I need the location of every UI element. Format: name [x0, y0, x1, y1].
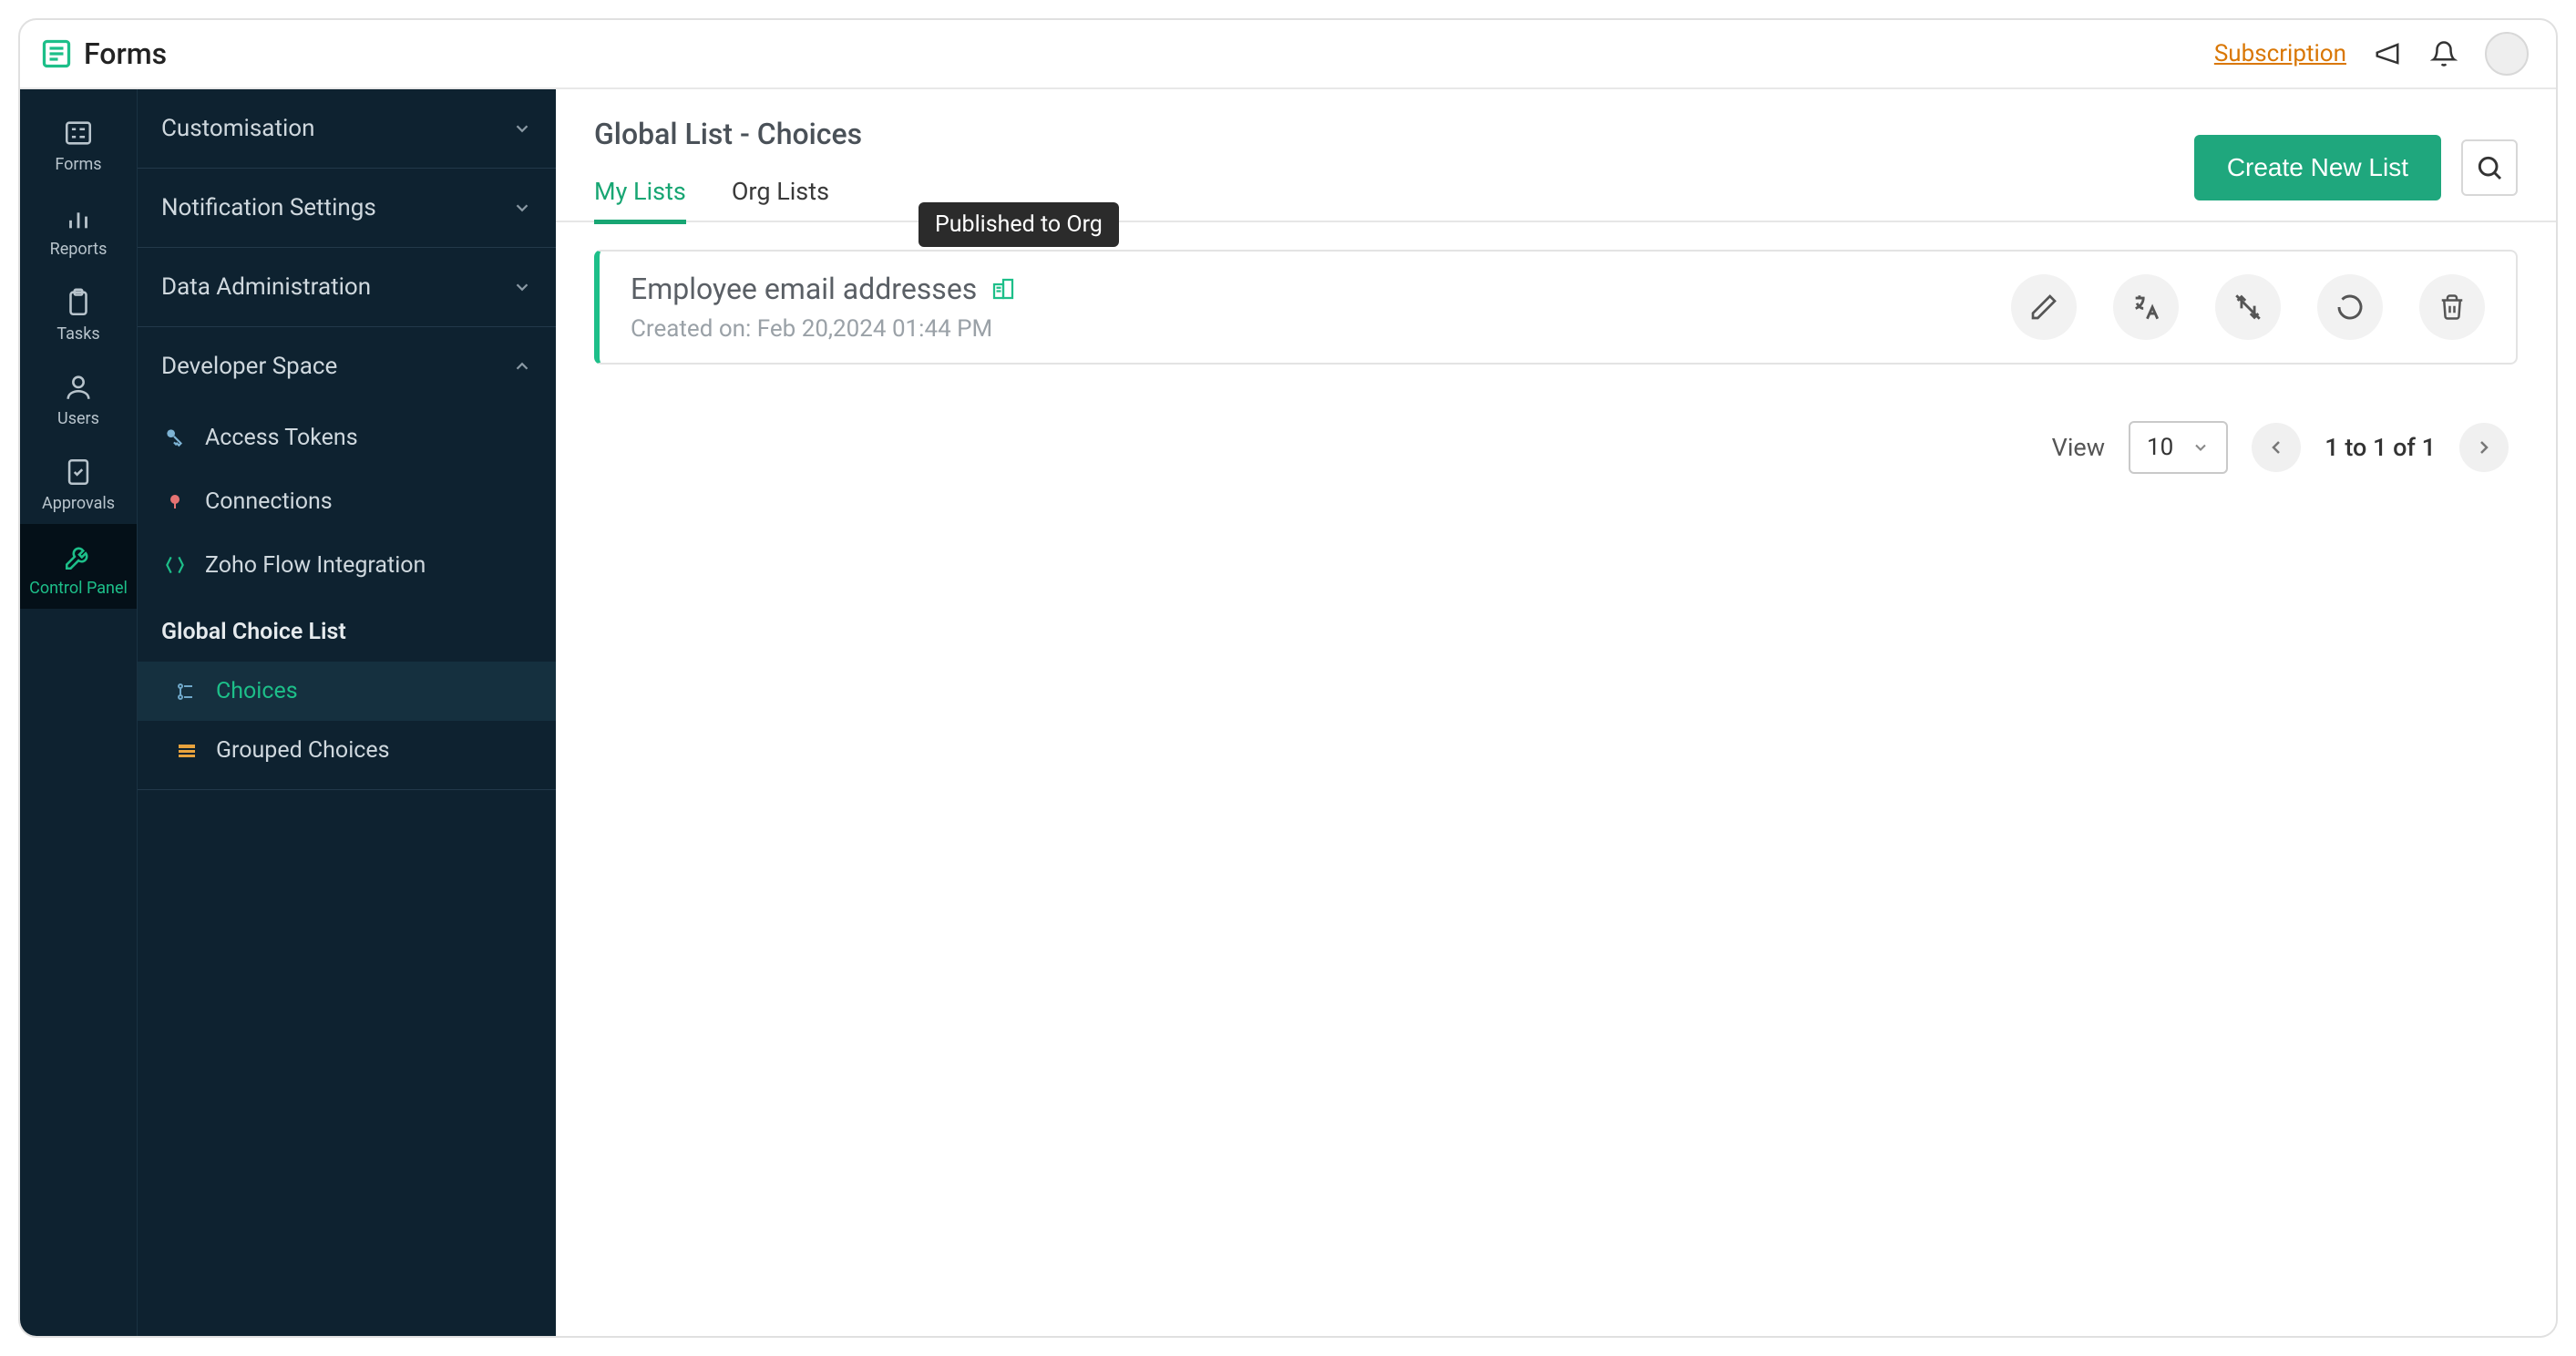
leaf-label: Grouped Choices	[216, 737, 390, 764]
next-page-button[interactable]	[2459, 423, 2509, 472]
key-icon	[161, 424, 189, 451]
rail-label: Forms	[55, 155, 101, 174]
rail-control-panel[interactable]: Control Panel	[20, 524, 137, 609]
sidenav: Customisation Notification Settings	[137, 89, 556, 1336]
plug-icon	[161, 488, 189, 515]
sidenav-leaf-grouped-choices[interactable]: Grouped Choices	[138, 721, 556, 780]
user-icon	[62, 371, 95, 404]
sub-label: Zoho Flow Integration	[205, 552, 426, 579]
sub-label: Connections	[205, 488, 333, 515]
tools-icon	[62, 540, 95, 573]
list-icon	[174, 679, 200, 704]
sidenav-section-notification[interactable]: Notification Settings	[138, 169, 556, 248]
unpublish-button[interactable]	[2215, 274, 2281, 340]
translate-button[interactable]	[2113, 274, 2179, 340]
section-title: Data Administration	[161, 273, 371, 301]
rail-label: Tasks	[56, 324, 99, 344]
chevron-up-icon	[512, 356, 532, 376]
avatar[interactable]	[2485, 32, 2529, 76]
announce-icon[interactable]	[2372, 38, 2403, 69]
rail-label: Users	[57, 409, 99, 428]
prev-page-button[interactable]	[2252, 423, 2301, 472]
view-label: View	[2052, 433, 2105, 462]
main-content: Global List - Choices My Lists Org Lists…	[556, 89, 2556, 1336]
chevron-down-icon	[512, 118, 532, 139]
brand-text: Forms	[84, 36, 167, 71]
tooltip-published: Published to Org	[919, 202, 1119, 247]
tab-my-lists[interactable]: My Lists	[594, 177, 686, 222]
brand-icon	[40, 37, 73, 70]
sidenav-section-data-admin[interactable]: Data Administration	[138, 248, 556, 327]
rail-approvals[interactable]: Approvals	[20, 439, 137, 524]
edit-button[interactable]	[2011, 274, 2077, 340]
rail-label: Control Panel	[29, 579, 128, 598]
rail-tasks[interactable]: Tasks	[20, 270, 137, 354]
clipboard-icon	[62, 286, 95, 319]
sidenav-group-title: Global Choice List	[138, 597, 556, 662]
chevron-down-icon	[512, 277, 532, 297]
page-size-value: 10	[2147, 434, 2173, 461]
rail-users[interactable]: Users	[20, 354, 137, 439]
page-title: Global List - Choices	[594, 117, 862, 151]
brand: Forms	[40, 36, 167, 71]
sidenav-leaf-choices[interactable]: Choices	[138, 662, 556, 721]
rail-forms[interactable]: Forms	[20, 100, 137, 185]
approval-icon	[62, 456, 95, 488]
sidenav-item-access-tokens[interactable]: Access Tokens	[138, 406, 556, 469]
publish-org-icon	[990, 275, 1017, 303]
sidenav-item-zoho-flow[interactable]: Zoho Flow Integration	[138, 533, 556, 597]
pagination: View 10 1 to 1 of 1	[556, 392, 2556, 503]
chevron-down-icon	[2191, 438, 2210, 457]
tab-org-lists[interactable]: Org Lists	[732, 177, 829, 222]
section-title: Customisation	[161, 115, 314, 142]
rail-reports[interactable]: Reports	[20, 185, 137, 270]
search-button[interactable]	[2461, 139, 2518, 196]
topbar: Forms Subscription	[20, 20, 2556, 89]
icon-rail: Forms Reports	[20, 89, 137, 1336]
card-title: Employee email addresses	[631, 272, 977, 306]
rail-label: Approvals	[42, 494, 115, 513]
page-size-select[interactable]: 10	[2129, 421, 2228, 474]
tabs: My Lists Org Lists	[594, 177, 862, 222]
sub-label: Access Tokens	[205, 425, 358, 451]
sidenav-item-connections[interactable]: Connections	[138, 469, 556, 533]
create-new-list-button[interactable]: Create New List	[2194, 135, 2441, 200]
sidenav-section-devspace[interactable]: Developer Space Access Tokens	[138, 327, 556, 789]
bell-icon[interactable]	[2428, 38, 2459, 69]
sidenav-section-customisation[interactable]: Customisation	[138, 89, 556, 169]
grouped-icon	[174, 738, 200, 764]
subscription-link[interactable]: Subscription	[2214, 40, 2346, 67]
form-icon	[62, 117, 95, 149]
delete-button[interactable]	[2419, 274, 2485, 340]
list-card[interactable]: Published to Org Employee email addresse…	[594, 250, 2518, 365]
section-title: Notification Settings	[161, 194, 376, 221]
chart-icon	[62, 201, 95, 234]
rail-label: Reports	[50, 240, 108, 259]
flow-icon	[161, 551, 189, 579]
refresh-button[interactable]	[2317, 274, 2383, 340]
card-subtitle: Created on: Feb 20,2024 01:44 PM	[631, 315, 1017, 343]
chevron-down-icon	[512, 198, 532, 218]
page-range: 1 to 1 of 1	[2325, 433, 2436, 462]
leaf-label: Choices	[216, 678, 298, 704]
section-title: Developer Space	[161, 353, 337, 380]
